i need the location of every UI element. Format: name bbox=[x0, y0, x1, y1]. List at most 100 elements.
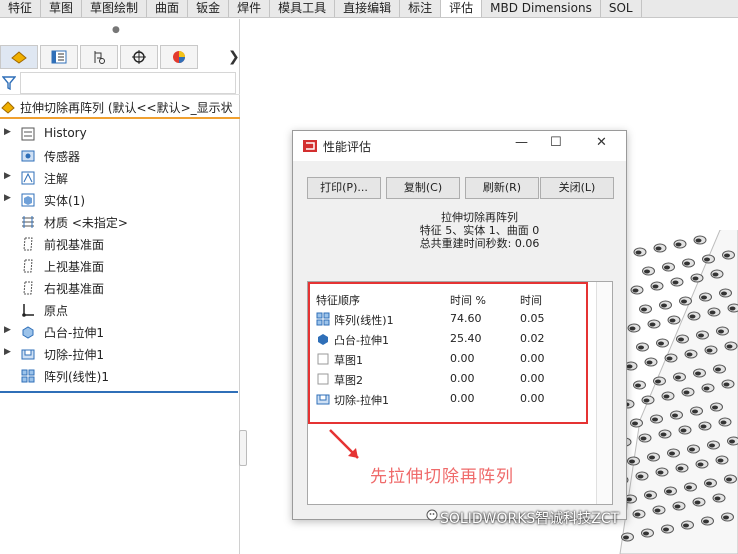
maximize-icon[interactable]: ☐ bbox=[550, 135, 562, 150]
table-row[interactable]: 切除-拉伸1 0.00 0.00 bbox=[316, 390, 586, 408]
annotation-arrow-icon bbox=[329, 429, 359, 459]
tab-sheet-metal[interactable]: 钣金 bbox=[188, 0, 230, 17]
tree-item-sensors[interactable]: 传感器 bbox=[0, 145, 240, 167]
tree-item-material[interactable]: 材质 <未指定> bbox=[0, 211, 240, 233]
pattern-hole-inner bbox=[706, 481, 712, 486]
pattern-hole-inner bbox=[637, 474, 644, 479]
plane-icon bbox=[23, 237, 33, 251]
display-manager-icon bbox=[173, 51, 185, 63]
print-button[interactable]: 打印(P)... bbox=[307, 177, 381, 199]
tab-mold-tools[interactable]: 模具工具 bbox=[270, 0, 336, 17]
pattern-hole-inner bbox=[683, 523, 689, 528]
expand-caret-icon[interactable]: ▶ bbox=[4, 193, 11, 203]
vertical-scrollbar[interactable] bbox=[596, 282, 612, 504]
minimize-icon[interactable]: — bbox=[515, 135, 528, 150]
tree-filter-input[interactable] bbox=[20, 72, 236, 94]
tab-sketch[interactable]: 草图 bbox=[41, 0, 83, 17]
close-button[interactable]: 关闭(L) bbox=[540, 177, 614, 199]
tab-markup[interactable]: 标注 bbox=[400, 0, 442, 17]
tab-solidworks-addins[interactable]: SOL bbox=[601, 0, 642, 17]
pattern-hole-inner bbox=[715, 367, 721, 372]
row-feature-name: 凸台-拉伸1 bbox=[334, 334, 389, 347]
summary-counts: 特征 5、实体 1、曲面 0 bbox=[419, 224, 540, 237]
row-time-percent: 0.00 bbox=[450, 392, 475, 405]
tree-item-top-plane[interactable]: 上视基准面 bbox=[0, 255, 240, 277]
pattern-hole-inner bbox=[712, 272, 719, 277]
watermark-text: SOLIDWORKS智诚科技ZCT bbox=[440, 511, 620, 527]
tree-item-right-plane[interactable]: 右视基准面 bbox=[0, 277, 240, 299]
performance-evaluation-dialog: 性能评估 — ☐ ✕ 打印(P)... 复制(C) 刷新(R) 关闭(L) 拉伸… bbox=[292, 130, 627, 520]
pattern-hole-inner bbox=[664, 265, 670, 270]
tree-item-label: 注解 bbox=[44, 172, 69, 186]
row-time: 0.00 bbox=[520, 392, 545, 405]
tab-mbd-dimensions[interactable]: MBD Dimensions bbox=[482, 0, 601, 17]
expand-caret-icon[interactable]: ▶ bbox=[4, 325, 11, 335]
tree-item-origin[interactable]: 原点 bbox=[0, 299, 240, 321]
panel-splitter-handle[interactable] bbox=[239, 430, 247, 466]
panel-grip-icon[interactable]: ● bbox=[112, 25, 120, 35]
feature-tree: ▶ History 传感器 ▶ 注解 ▶ 实体(1) 材质 <未指定> 前视基准… bbox=[0, 123, 240, 387]
more-tabs-chevron-icon[interactable]: ❯ bbox=[228, 49, 240, 65]
tree-item-label: 凸台-拉伸1 bbox=[44, 326, 104, 340]
feature-timing-list[interactable]: 特征顺序 时间 % 时间 阵列(线性)1 74.60 0.05 凸台-拉伸1 2… bbox=[307, 281, 613, 505]
tab-features[interactable]: 特征 bbox=[0, 0, 42, 17]
wechat-logo-icon bbox=[426, 509, 438, 521]
tree-item-front-plane[interactable]: 前视基准面 bbox=[0, 233, 240, 255]
pattern-hole-inner bbox=[695, 371, 701, 376]
property-manager-tab[interactable] bbox=[40, 45, 78, 69]
annotation-text: 先拉伸切除再阵列 bbox=[370, 467, 514, 487]
tree-item-label: 右视基准面 bbox=[44, 282, 105, 296]
feature-manager-tab[interactable] bbox=[0, 45, 38, 69]
tree-item-annotations[interactable]: ▶ 注解 bbox=[0, 167, 240, 189]
table-row[interactable]: 草图2 0.00 0.00 bbox=[316, 370, 586, 388]
pattern-hole-inner bbox=[689, 314, 696, 319]
tab-direct-editing[interactable]: 直接编辑 bbox=[335, 0, 401, 17]
feature-manager-panel: ● ❯ 拉伸切除再阵列 (默认<<默认>_显示状 ▶ History 传感器 ▶… bbox=[0, 19, 240, 554]
copy-button[interactable]: 复制(C) bbox=[386, 177, 460, 199]
tree-item-label: 阵列(线性)1 bbox=[44, 370, 109, 384]
pattern-hole-inner bbox=[652, 284, 659, 289]
pattern-hole-inner bbox=[706, 348, 713, 353]
configuration-manager-tab[interactable] bbox=[80, 45, 118, 69]
rollback-bar[interactable] bbox=[0, 391, 238, 393]
display-manager-tab[interactable] bbox=[160, 45, 198, 69]
tree-item-solid-bodies[interactable]: ▶ 实体(1) bbox=[0, 189, 240, 211]
tree-item-history[interactable]: ▶ History bbox=[0, 123, 240, 145]
pattern-hole-inner bbox=[698, 333, 704, 338]
pattern-hole-inner bbox=[723, 515, 729, 520]
close-icon[interactable]: ✕ bbox=[596, 135, 607, 150]
pattern-hole-inner bbox=[643, 531, 649, 536]
pattern-hole-inner bbox=[720, 420, 727, 425]
pattern-hole-inner bbox=[660, 432, 667, 437]
dimxpert-manager-tab[interactable] bbox=[120, 45, 158, 69]
filter-icon[interactable] bbox=[2, 76, 16, 90]
pattern-hole-inner bbox=[700, 424, 707, 429]
table-row[interactable]: 阵列(线性)1 74.60 0.05 bbox=[316, 310, 586, 328]
refresh-button[interactable]: 刷新(R) bbox=[465, 177, 539, 199]
tree-item-cut-extrude[interactable]: ▶ 切除-拉伸1 bbox=[0, 343, 240, 365]
origin-icon bbox=[22, 304, 34, 317]
pattern-hole-inner bbox=[692, 409, 698, 414]
tab-weldments[interactable]: 焊件 bbox=[229, 0, 271, 17]
manager-tabs: ❯ bbox=[0, 44, 240, 70]
pattern-hole-inner bbox=[629, 326, 636, 331]
expand-caret-icon[interactable]: ▶ bbox=[4, 347, 11, 357]
row-feature-name: 草图2 bbox=[334, 374, 363, 387]
tab-sketch-ink[interactable]: 草图绘制 bbox=[82, 0, 148, 17]
table-row[interactable]: 草图1 0.00 0.00 bbox=[316, 350, 586, 368]
tab-surfaces[interactable]: 曲面 bbox=[147, 0, 189, 17]
plane-icon bbox=[23, 259, 33, 273]
part-root-node[interactable]: 拉伸切除再阵列 (默认<<默认>_显示状 bbox=[0, 97, 240, 119]
expand-caret-icon[interactable]: ▶ bbox=[4, 127, 11, 137]
dialog-title-bar[interactable]: 性能评估 — ☐ ✕ bbox=[293, 131, 626, 161]
expand-caret-icon[interactable]: ▶ bbox=[4, 171, 11, 181]
table-row[interactable]: 凸台-拉伸1 25.40 0.02 bbox=[316, 330, 586, 348]
tree-item-linear-pattern[interactable]: 阵列(线性)1 bbox=[0, 365, 240, 387]
cut-extrude-icon bbox=[21, 349, 35, 360]
pattern-hole-inner bbox=[683, 390, 690, 395]
pattern-hole-inner bbox=[721, 291, 727, 296]
dimxpert-icon bbox=[132, 50, 146, 64]
tab-evaluate[interactable]: 评估 bbox=[441, 0, 483, 17]
row-time-percent: 25.40 bbox=[450, 332, 482, 345]
tree-item-boss-extrude[interactable]: ▶ 凸台-拉伸1 bbox=[0, 321, 240, 343]
